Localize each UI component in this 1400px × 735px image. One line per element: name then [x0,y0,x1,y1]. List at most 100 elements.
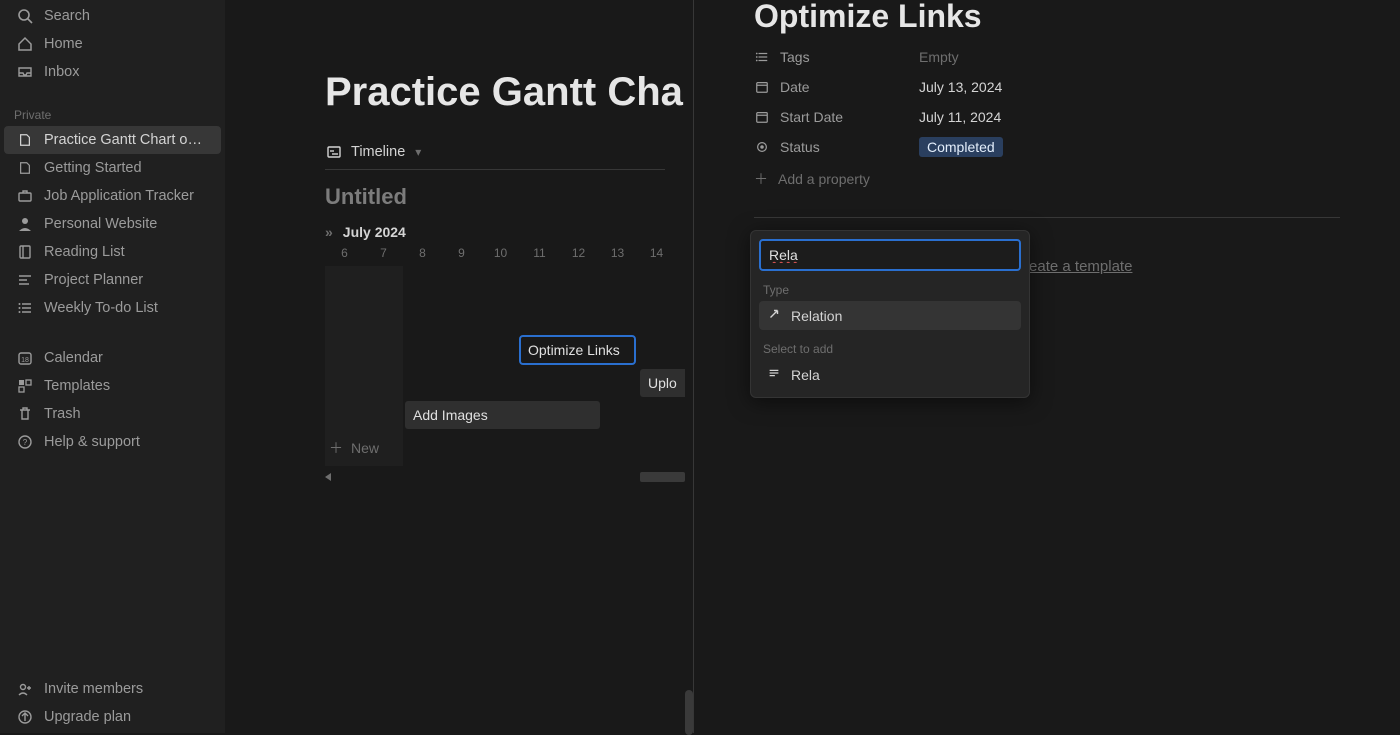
task-bar-optimize-links[interactable]: Optimize Links [520,336,635,364]
view-label: Timeline [351,144,405,160]
detail-title[interactable]: Optimize Links [754,0,1340,35]
list-icon [754,49,770,65]
prop-value[interactable]: Completed [919,139,1003,155]
prop-value[interactable]: Empty [919,49,959,65]
sidebar-templates[interactable]: Templates [4,372,221,400]
property-row-start-date[interactable]: Start Date July 11, 2024 [754,109,1340,125]
sidebar: Search Home Inbox Private Practice Gantt… [0,0,225,733]
prop-label: Tags [780,49,810,65]
day-col[interactable]: 14 [637,246,676,260]
property-search-input[interactable] [759,239,1021,271]
content-area: Practice Gantt Char Timeline ▾ Untitled … [225,0,685,733]
create-template-link[interactable]: create a template [1017,258,1133,275]
prop-label: Status [780,139,820,155]
sidebar-help[interactable]: ? Help & support [4,428,221,456]
scrollbar-thumb[interactable] [640,472,685,482]
chevron-right-icon: » [325,224,333,240]
chevron-down-icon: ▾ [415,145,421,159]
status-pill: Completed [919,137,1003,157]
popup-option-rela[interactable]: Rela [759,360,1021,389]
sidebar-calendar[interactable]: 18 Calendar [4,344,221,372]
help-icon: ? [16,433,34,451]
sidebar-page-personal-website[interactable]: Personal Website [4,210,221,238]
label: Getting Started [44,160,142,176]
sidebar-section-private[interactable]: Private [0,100,225,126]
day-col[interactable]: 13 [598,246,637,260]
sidebar-page-getting-started[interactable]: Getting Started [4,154,221,182]
label: Templates [44,378,110,394]
sidebar-invite-members[interactable]: Invite members [4,675,221,703]
month-navigator[interactable]: » July 2024 [325,224,685,240]
sidebar-page-practice-gantt[interactable]: Practice Gantt Chart on N... [4,126,221,154]
label: Upgrade plan [44,709,131,725]
briefcase-icon [16,187,34,205]
sidebar-page-reading-list[interactable]: Reading List [4,238,221,266]
day-col[interactable]: 10 [481,246,520,260]
label: Personal Website [44,216,157,232]
month-label: July 2024 [343,224,406,240]
day-col[interactable]: 11 [520,246,559,260]
sidebar-trash[interactable]: Trash [4,400,221,428]
property-row-date[interactable]: Date July 13, 2024 [754,79,1340,95]
task-bar-upload[interactable]: Uplo [640,369,685,397]
scrollbar-thumb[interactable] [685,690,693,735]
property-row-status[interactable]: Status Completed [754,139,1340,155]
person-icon [16,215,34,233]
sidebar-page-job-tracker[interactable]: Job Application Tracker [4,182,221,210]
relation-icon [767,307,781,324]
label: Job Application Tracker [44,188,194,204]
prop-value[interactable]: July 13, 2024 [919,79,1002,95]
day-col[interactable]: 7 [364,246,403,260]
divider [754,217,1340,218]
invite-icon [16,680,34,698]
sidebar-inbox[interactable]: Inbox [4,58,221,86]
view-selector[interactable]: Timeline ▾ [325,135,665,170]
prop-value[interactable]: July 11, 2024 [919,109,1001,125]
timeline-body[interactable]: Optimize Links Uplo Add Images ＋ New [325,266,685,466]
label: Weekly To-do List [44,300,158,316]
book-icon [16,243,34,261]
property-row-tags[interactable]: Tags Empty [754,49,1340,65]
label: Practice Gantt Chart on N... [44,132,209,148]
task-bar-add-images[interactable]: Add Images [405,401,600,429]
popup-section-type: Type [763,283,1017,297]
prop-label: Date [780,79,810,95]
sidebar-page-project-planner[interactable]: Project Planner [4,266,221,294]
label: Home [44,36,83,52]
sidebar-page-weekly-todo[interactable]: Weekly To-do List [4,294,221,322]
calendar-icon [754,109,770,125]
day-col[interactable]: 12 [559,246,598,260]
page-title[interactable]: Practice Gantt Char [325,70,685,115]
trash-icon [16,405,34,423]
label: Invite members [44,681,143,697]
label: Help & support [44,434,140,450]
search-icon [16,7,34,25]
label: Calendar [44,350,103,366]
prop-label: Start Date [780,109,843,125]
database-title[interactable]: Untitled [325,184,685,210]
timeline-header: 6 7 8 9 10 11 12 13 14 [325,246,685,260]
sidebar-upgrade-plan[interactable]: Upgrade plan [4,703,221,731]
svg-text:18: 18 [21,357,29,364]
timeline-horizontal-scrollbar[interactable] [325,472,685,482]
day-col[interactable]: 8 [403,246,442,260]
calendar-icon: 18 [16,349,34,367]
add-property-label: Add a property [778,171,870,187]
option-label: Relation [791,308,842,324]
sidebar-search[interactable]: Search [4,2,221,30]
page-icon [16,131,34,149]
day-col[interactable]: 6 [325,246,364,260]
page-icon [16,159,34,177]
label: Inbox [44,64,79,80]
todo-icon [16,299,34,317]
svg-text:?: ? [23,438,28,447]
day-col[interactable]: 9 [442,246,481,260]
sidebar-home[interactable]: Home [4,30,221,58]
content-vertical-scrollbar[interactable] [685,0,693,733]
add-property-button[interactable]: ＋ Add a property [754,169,1340,189]
new-row-button[interactable]: ＋ New [325,434,383,462]
text-icon [767,366,781,383]
popup-section-select: Select to add [763,342,1017,356]
home-icon [16,35,34,53]
popup-option-relation[interactable]: Relation [759,301,1021,330]
